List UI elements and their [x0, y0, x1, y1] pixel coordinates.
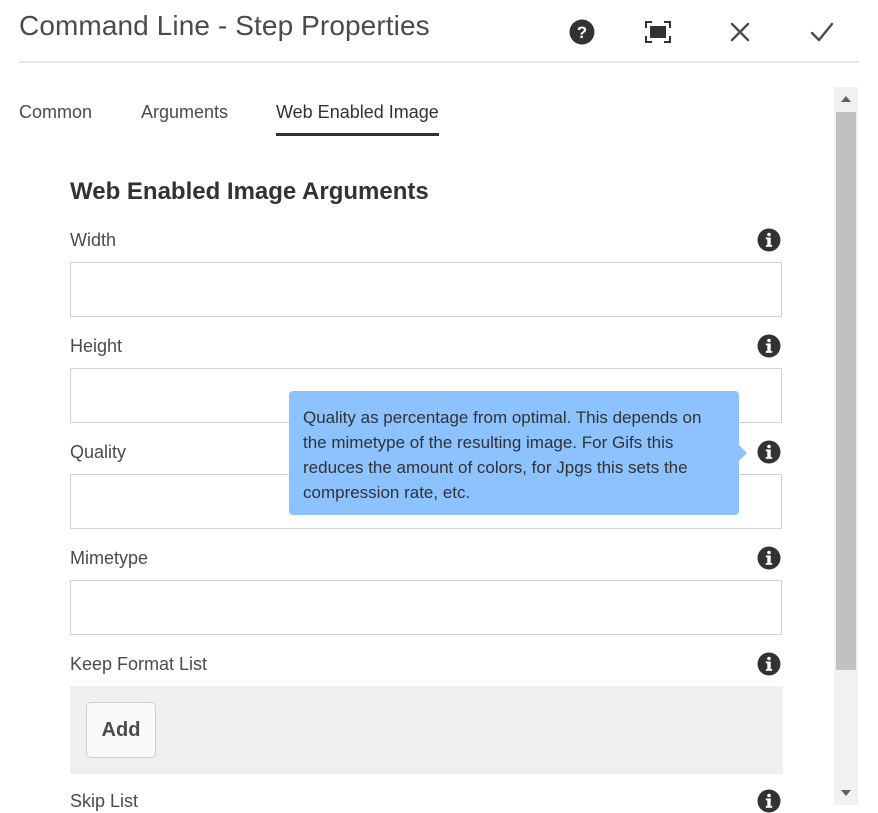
tab-web-enabled-image[interactable]: Web Enabled Image: [276, 102, 439, 136]
quality-tooltip: Quality as percentage from optimal. This…: [289, 391, 747, 515]
info-icon[interactable]: [757, 440, 781, 464]
info-icon[interactable]: [757, 546, 781, 570]
dialog-header: Command Line - Step Properties ?: [0, 0, 878, 64]
close-icon: [730, 22, 750, 42]
fullscreen-button[interactable]: [640, 14, 676, 50]
scrollbar-thumb[interactable]: [836, 112, 856, 670]
tab-arguments[interactable]: Arguments: [141, 102, 228, 135]
info-icon[interactable]: [757, 789, 781, 813]
height-label: Height: [70, 336, 123, 356]
caret-down-icon: [841, 790, 851, 796]
mimetype-input[interactable]: [70, 580, 782, 635]
keep-format-list-container: Add: [70, 686, 783, 774]
close-button[interactable]: [722, 14, 758, 50]
width-label: Width: [70, 230, 117, 250]
svg-text:?: ?: [577, 23, 587, 42]
help-icon: ?: [569, 19, 595, 45]
skip-list-label: Skip List: [70, 791, 139, 811]
add-button[interactable]: Add: [86, 702, 156, 758]
width-input[interactable]: [70, 262, 782, 317]
keep-format-list-label: Keep Format List: [70, 654, 208, 674]
dialog-title: Command Line - Step Properties: [19, 10, 430, 41]
help-button[interactable]: ?: [564, 14, 600, 50]
info-icon[interactable]: [757, 334, 781, 358]
scroll-up-button[interactable]: [834, 87, 858, 111]
tab-common[interactable]: Common: [19, 102, 92, 135]
quality-label: Quality: [70, 442, 127, 462]
caret-up-icon: [841, 96, 851, 102]
tab-bar: Common Arguments Web Enabled Image: [0, 90, 830, 142]
done-button[interactable]: [804, 14, 840, 50]
header-divider: [19, 61, 859, 63]
mimetype-label: Mimetype: [70, 548, 149, 568]
vertical-scrollbar[interactable]: [834, 87, 858, 805]
info-icon[interactable]: [757, 228, 781, 252]
info-icon[interactable]: [757, 652, 781, 676]
checkmark-icon: [810, 22, 834, 42]
scroll-down-button[interactable]: [834, 781, 858, 805]
section-title: Web Enabled Image Arguments: [70, 178, 429, 205]
fullscreen-icon: [645, 21, 671, 43]
